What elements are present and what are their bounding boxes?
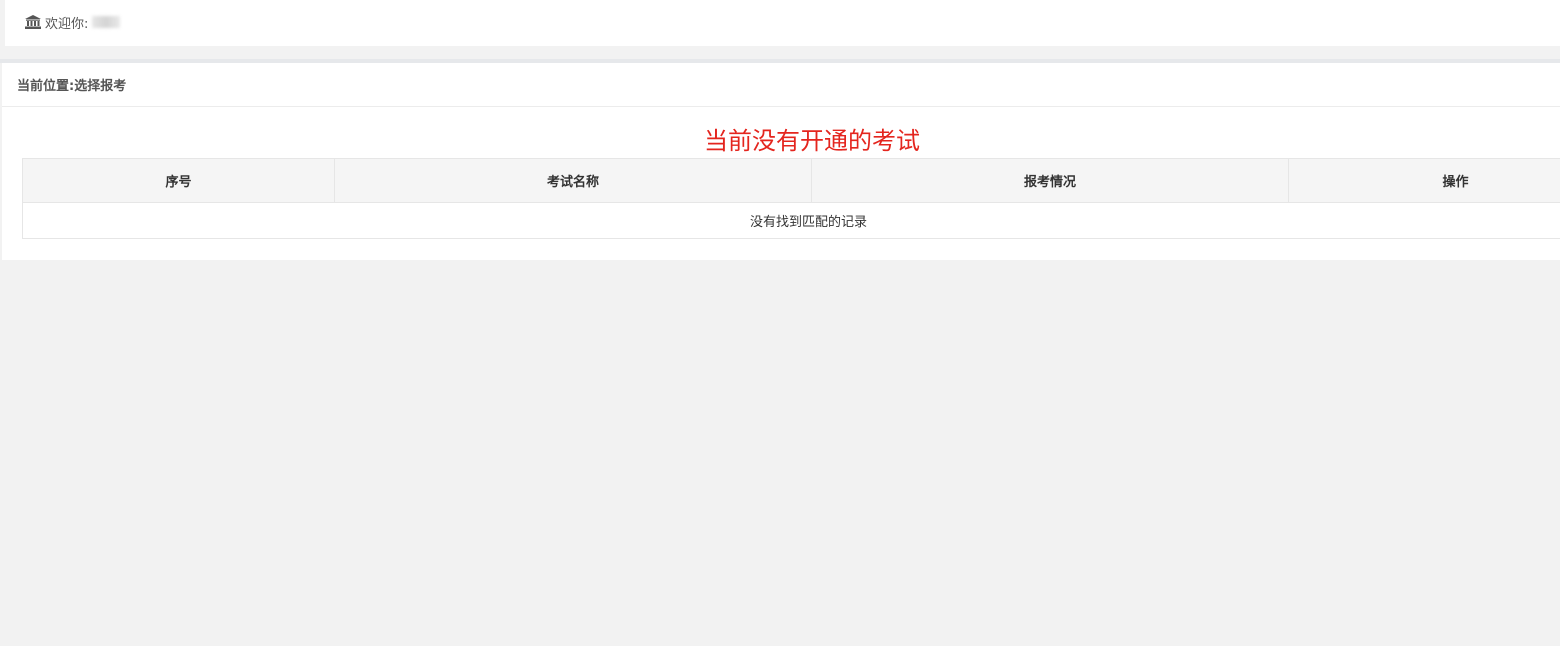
table-row: 没有找到匹配的记录 <box>22 202 1560 239</box>
column-header-index[interactable]: 序号 <box>22 158 335 203</box>
breadcrumb-text: 当前位置:选择报考 <box>17 79 127 94</box>
welcome-message: 欢迎你: <box>25 12 121 32</box>
welcome-label: 欢迎你: <box>45 16 89 32</box>
user-name <box>92 16 121 28</box>
column-header-registration-status[interactable]: 报考情况 <box>811 158 1289 203</box>
column-header-exam-name[interactable]: 考试名称 <box>334 158 812 203</box>
table-header-row: 序号 考试名称 报考情况 操作 <box>22 158 1560 203</box>
no-exam-notice: 当前没有开通的考试 <box>704 127 920 155</box>
breadcrumb: 当前位置:选择报考 <box>2 63 1560 107</box>
column-header-actions[interactable]: 操作 <box>1288 158 1560 203</box>
bank-icon <box>25 15 41 29</box>
empty-table-message: 没有找到匹配的记录 <box>22 202 1560 239</box>
main-panel: 当前位置:选择报考 当前没有开通的考试 序号 考试名称 报考情况 操作 没有找到… <box>2 63 1560 260</box>
top-bar: 欢迎你: <box>5 0 1560 46</box>
exam-table-container: 序号 考试名称 报考情况 操作 没有找到匹配的记录 <box>22 158 1560 239</box>
exam-table: 序号 考试名称 报考情况 操作 没有找到匹配的记录 <box>22 158 1560 239</box>
